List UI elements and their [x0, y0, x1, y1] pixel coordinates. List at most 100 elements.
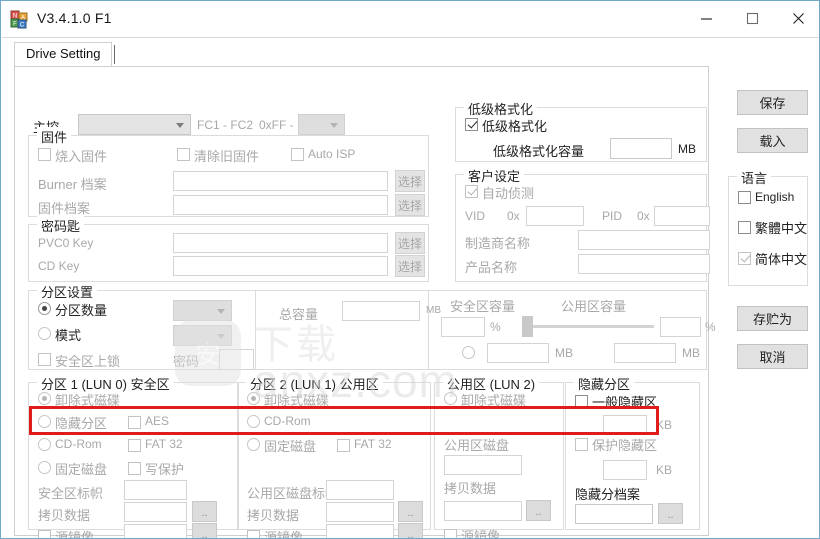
partition2-cdrom-radio[interactable]	[247, 415, 260, 428]
capacity-group: 总容量 MB 安全区容量 公用区容量 % % MB MB	[255, 290, 716, 370]
vid-input[interactable]	[526, 206, 584, 226]
customer-settings-group: 客户设定 自动侦测 VID 0x PID 0x 制造商名称 产品名称	[455, 166, 710, 282]
pid-input[interactable]	[654, 206, 710, 226]
auto-detect-label: 自动侦测	[482, 186, 535, 201]
partition3-copydata-label: 拷贝数据	[444, 481, 497, 496]
secure-lock-checkbox[interactable]	[38, 353, 51, 366]
partition3-sourceimage-label: 源镜像	[461, 529, 501, 539]
firmware-group: 固件 烧入固件 清除旧固件 Auto ISP Burner 档案 选择 固件档案…	[28, 127, 429, 217]
partition1-copydata-label: 拷贝数据	[38, 508, 91, 523]
partition1-sourceimage-browse-button[interactable]: ..	[192, 523, 217, 538]
burner-file-browse-button[interactable]: 选择	[395, 170, 425, 192]
clear-old-firmware-checkbox[interactable]	[177, 148, 190, 161]
partition1-volume-input[interactable]	[124, 480, 187, 500]
partition2-copydata-browse-button[interactable]: ..	[398, 501, 423, 522]
secure-percent-input[interactable]	[441, 317, 485, 337]
protected-hidden-unit: KB	[656, 463, 673, 477]
close-button[interactable]	[775, 1, 819, 35]
secure-mb-unit: MB	[555, 346, 573, 360]
partition-mode-combo[interactable]	[173, 325, 232, 346]
partition1-sourceimage-input[interactable]	[124, 524, 187, 538]
normal-hidden-input[interactable]	[603, 415, 647, 435]
partition2-group: 分区 2 (LUN 1) 公用区 卸除式磁碟 CD-Rom 固定磁盘 FAT 3…	[237, 374, 431, 538]
firmware-file-browse-button[interactable]: 选择	[395, 194, 425, 216]
hidden-file-input[interactable]	[575, 504, 653, 524]
partition2-volume-input[interactable]	[326, 480, 394, 500]
partition3-sourceimage-checkbox[interactable]	[444, 529, 457, 538]
partition2-removable-radio[interactable]	[247, 392, 260, 405]
drive-setting-panel: 主控 FC1 - FC2 0xFF - 固件 烧入固件 清除旧固件 Auto I…	[14, 66, 716, 539]
partition1-volume-label: 安全区标帜	[38, 486, 104, 501]
pid-prefix: 0x	[637, 209, 650, 223]
clear-old-firmware-label: 清除旧固件	[194, 149, 260, 164]
low-level-format-checkbox[interactable]	[465, 118, 478, 131]
pvc0-key-input[interactable]	[173, 233, 388, 253]
total-capacity-label: 总容量	[279, 307, 319, 322]
controller-combo2[interactable]	[298, 114, 345, 135]
total-capacity-input[interactable]	[342, 301, 420, 321]
partition1-sourceimage-checkbox[interactable]	[38, 530, 51, 538]
load-button[interactable]: 载入	[737, 128, 808, 153]
capacity-slider-thumb[interactable]	[522, 316, 533, 337]
password-input[interactable]	[219, 349, 254, 370]
partition-count-combo[interactable]	[173, 300, 232, 321]
firmware-file-input[interactable]	[173, 195, 388, 215]
partition1-hidden-radio[interactable]	[38, 415, 51, 428]
language-simplified-checkbox[interactable]	[738, 252, 751, 265]
partition2-fixed-radio[interactable]	[247, 438, 260, 451]
save-as-button[interactable]: 存贮为	[737, 306, 808, 331]
cd-key-browse-button[interactable]: 选择	[395, 255, 425, 277]
low-level-format-capacity-unit: MB	[678, 142, 696, 156]
keys-group-title: 密码匙	[37, 216, 85, 235]
partition1-fixed-radio[interactable]	[38, 461, 51, 474]
chevron-down-icon	[176, 122, 184, 128]
partition-count-radio[interactable]	[38, 302, 51, 315]
capacity-slider-track[interactable]	[526, 325, 654, 328]
partition1-cdrom-radio[interactable]	[38, 438, 51, 451]
burn-firmware-checkbox[interactable]	[38, 148, 51, 161]
secure-mb-input[interactable]	[487, 343, 549, 363]
sidebar: 保存 载入 语言 English 繁體中文 简体中文 存贮为 取消	[720, 66, 816, 536]
auto-detect-checkbox[interactable]	[465, 185, 478, 198]
public-percent-input[interactable]	[660, 317, 701, 337]
language-english-checkbox[interactable]	[738, 191, 751, 204]
partition1-copydata-browse-button[interactable]: ..	[192, 501, 217, 522]
partition3-disk-input[interactable]	[444, 455, 522, 475]
partition3-copydata-browse-button[interactable]: ..	[526, 500, 551, 521]
partition2-sourceimage-input[interactable]	[326, 524, 394, 538]
partition1-copydata-input[interactable]	[124, 502, 187, 522]
partition2-sourceimage-checkbox[interactable]	[247, 530, 260, 538]
low-level-format-capacity-input[interactable]	[610, 138, 672, 159]
cancel-button[interactable]: 取消	[737, 344, 808, 369]
auto-isp-checkbox[interactable]	[291, 148, 304, 161]
language-traditional-checkbox[interactable]	[738, 221, 751, 234]
partition1-writeprotect-checkbox[interactable]	[128, 462, 141, 475]
tab-drive-setting[interactable]: Drive Setting	[14, 42, 113, 67]
capacity-mb-radio[interactable]	[462, 346, 475, 359]
product-input[interactable]	[578, 254, 710, 274]
pvc0-key-browse-button[interactable]: 选择	[395, 232, 425, 254]
partition1-removable-radio[interactable]	[38, 392, 51, 405]
protected-hidden-checkbox[interactable]	[575, 438, 588, 451]
partition2-copydata-input[interactable]	[326, 502, 394, 522]
partition-mode-radio[interactable]	[38, 327, 51, 340]
partition1-fat32-checkbox[interactable]	[128, 439, 141, 452]
minimize-button[interactable]	[683, 1, 729, 35]
burner-file-input[interactable]	[173, 171, 388, 191]
protected-hidden-input[interactable]	[603, 460, 647, 480]
maximize-button[interactable]	[729, 1, 775, 35]
public-mb-input[interactable]	[614, 343, 676, 363]
save-button[interactable]: 保存	[737, 90, 808, 115]
manufacturer-input[interactable]	[578, 230, 710, 250]
partition2-sourceimage-browse-button[interactable]: ..	[398, 523, 423, 538]
normal-hidden-checkbox[interactable]	[575, 395, 588, 408]
cd-key-input[interactable]	[173, 256, 388, 276]
secure-percent-unit: %	[490, 320, 501, 334]
partition2-fat32-checkbox[interactable]	[337, 439, 350, 452]
partition3-removable-label: 卸除式磁碟	[461, 393, 527, 408]
partition3-copydata-input[interactable]	[444, 501, 522, 521]
partition1-aes-checkbox[interactable]	[128, 416, 141, 429]
hidden-file-browse-button[interactable]: ..	[658, 503, 683, 524]
partition3-removable-radio[interactable]	[444, 392, 457, 405]
controller-combo[interactable]	[78, 114, 191, 135]
